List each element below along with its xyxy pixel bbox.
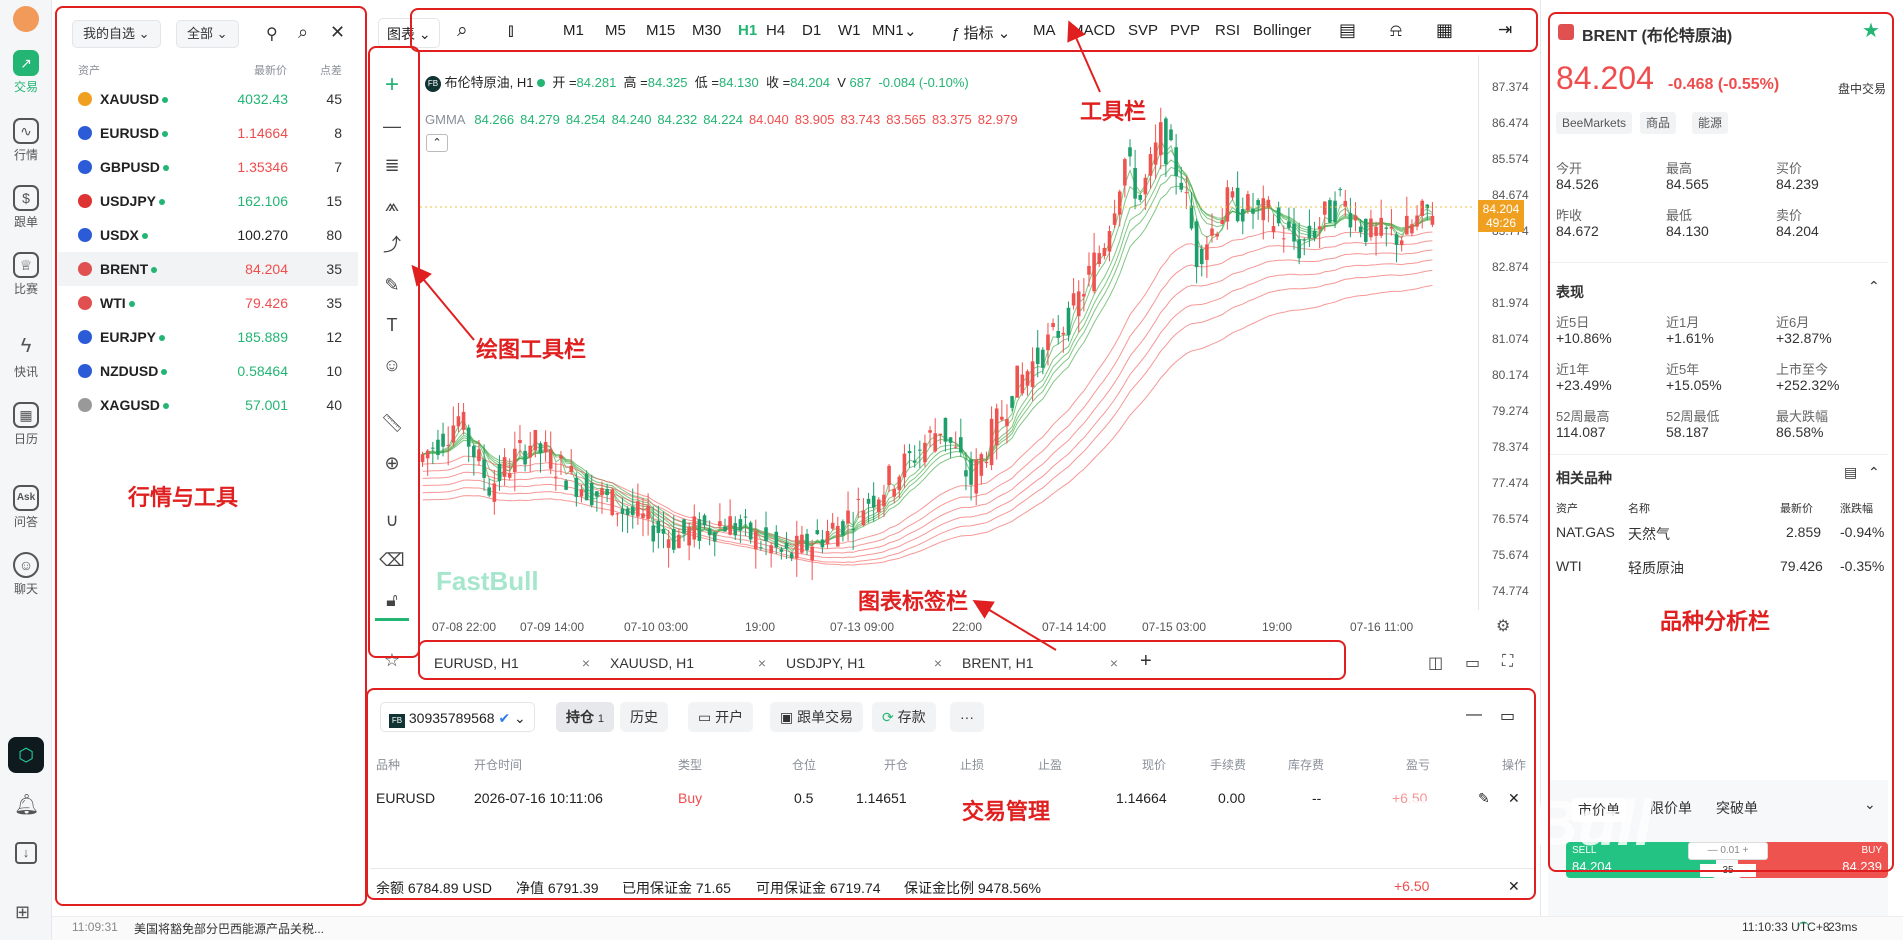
arrow-tabs <box>972 599 1057 651</box>
annotation-arrows <box>411 20 1101 651</box>
arrow-drawing <box>411 264 475 341</box>
arrow-toolbar <box>1067 20 1101 93</box>
